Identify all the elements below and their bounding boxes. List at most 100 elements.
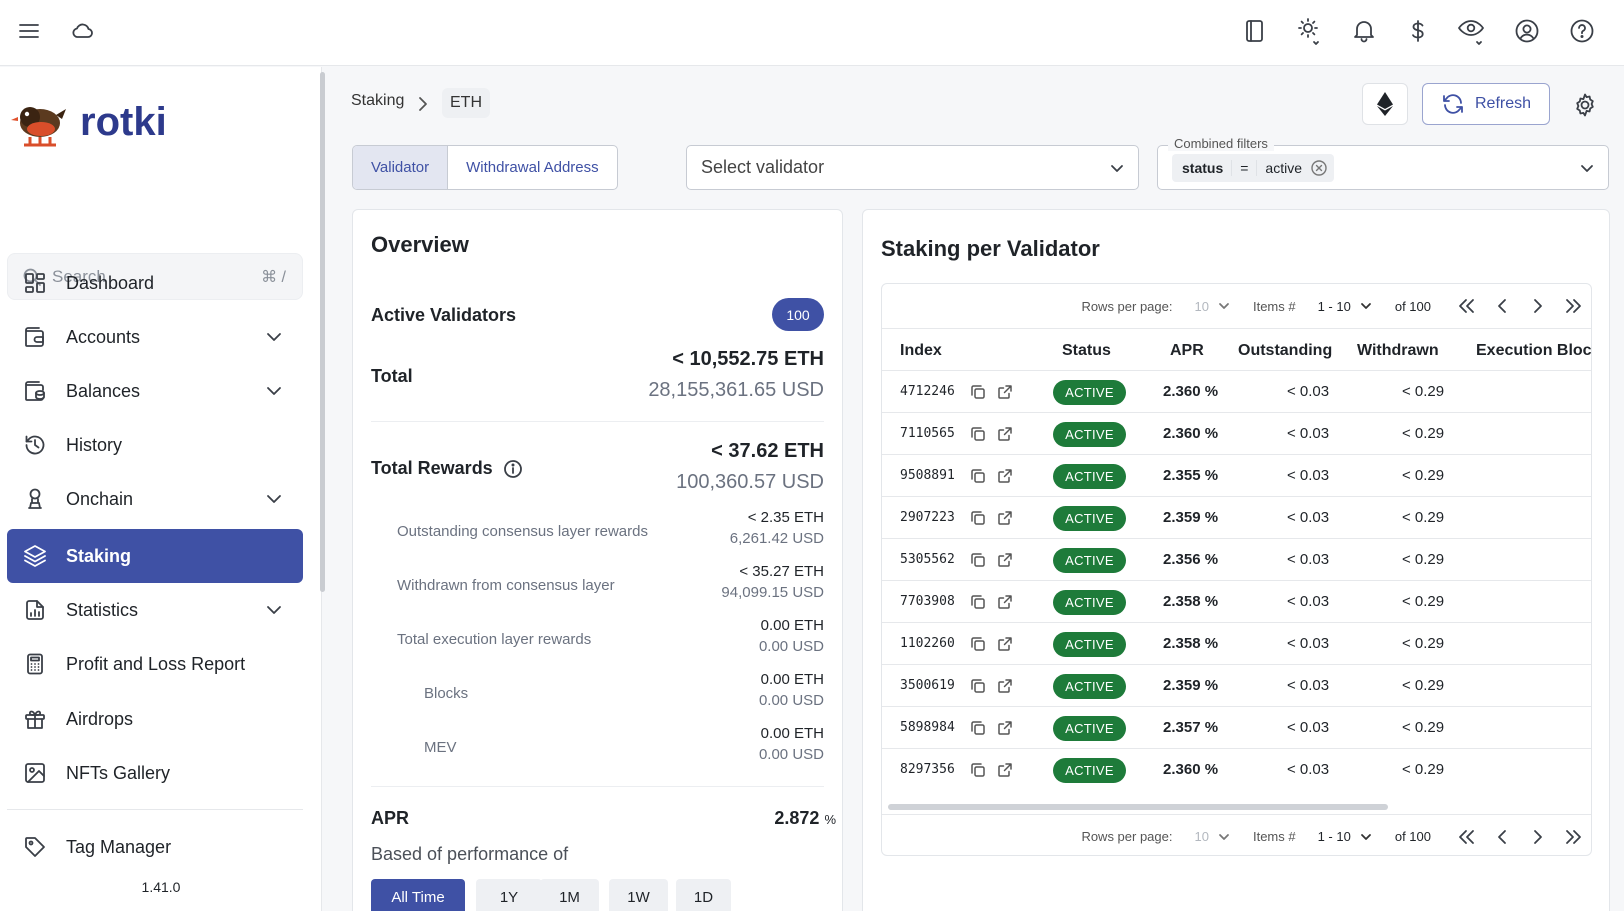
external-link-icon[interactable] <box>997 720 1013 736</box>
column-header-status[interactable]: Status <box>1062 342 1111 360</box>
copy-icon[interactable] <box>970 762 986 778</box>
table-row[interactable]: 7110565 ACTIVE 2.360 % < 0.03 < 0.29 <box>882 412 1591 454</box>
column-header-apr[interactable]: APR <box>1170 342 1204 360</box>
external-link-icon[interactable] <box>997 594 1013 610</box>
rows-per-page-select[interactable]: 10 <box>1195 829 1231 844</box>
period-1y[interactable]: 1Y <box>476 879 542 911</box>
bell-icon[interactable] <box>1349 16 1379 46</box>
items-range-select[interactable]: 1 - 10 <box>1318 829 1373 844</box>
account-icon[interactable] <box>1512 16 1542 46</box>
copy-icon[interactable] <box>970 468 986 484</box>
rows-per-page-select[interactable]: 10 <box>1195 299 1231 314</box>
sidebar-item-label: Statistics <box>66 599 139 620</box>
previous-page-icon[interactable] <box>1491 826 1513 848</box>
breakdown-usd: 6,261.42 USD <box>729 530 824 547</box>
period-1d[interactable]: 1D <box>676 879 731 911</box>
sidebar-item-staking[interactable]: Staking <box>7 529 303 583</box>
status-badge: ACTIVE <box>1053 758 1126 783</box>
breadcrumb-staking[interactable]: Staking <box>351 92 404 110</box>
toggle-withdrawal-address[interactable]: Withdrawal Address <box>448 146 617 189</box>
external-link-icon[interactable] <box>997 678 1013 694</box>
ethereum-button[interactable] <box>1362 83 1408 125</box>
chevron-down-icon[interactable] <box>265 382 283 400</box>
validator-index: 8297356 <box>900 762 955 777</box>
table-row[interactable]: 5305562 ACTIVE 2.356 % < 0.03 < 0.29 <box>882 538 1591 580</box>
chevron-down-icon <box>1360 303 1371 309</box>
column-header-execution-block[interactable]: Execution Block <box>1476 342 1591 360</box>
sidebar-item-nfts-gallery[interactable]: NFTs Gallery <box>7 746 303 800</box>
menu-icon[interactable] <box>14 16 44 46</box>
table-row[interactable]: 8297356 ACTIVE 2.360 % < 0.03 < 0.29 <box>882 748 1591 790</box>
external-link-icon[interactable] <box>997 426 1013 442</box>
external-link-icon[interactable] <box>997 762 1013 778</box>
balances-icon <box>21 377 49 405</box>
logo[interactable]: rotki <box>10 93 167 151</box>
sidebar-item-onchain[interactable]: Onchain <box>7 472 303 526</box>
copy-icon[interactable] <box>970 678 986 694</box>
sidebar-item-airdrops[interactable]: Airdrops <box>7 692 303 746</box>
cloud-icon[interactable] <box>68 16 98 46</box>
sidebar-scrollbar[interactable] <box>320 72 325 592</box>
external-link-icon[interactable] <box>997 510 1013 526</box>
filter-chip[interactable]: status = active <box>1172 154 1334 182</box>
period-all-time[interactable]: All Time <box>371 879 465 911</box>
sidebar-item-accounts[interactable]: Accounts <box>7 310 303 364</box>
select-validator[interactable]: Select validator <box>686 145 1139 190</box>
sidebar-item-statistics[interactable]: Statistics <box>7 583 303 637</box>
last-page-icon[interactable] <box>1563 826 1585 848</box>
combined-filters[interactable]: Combined filters status = active <box>1157 136 1609 190</box>
external-link-icon[interactable] <box>997 636 1013 652</box>
sidebar-item-history[interactable]: History <box>7 418 303 472</box>
sidebar-item-balances[interactable]: Balances <box>7 364 303 418</box>
table-row[interactable]: 5898984 ACTIVE 2.357 % < 0.03 < 0.29 <box>882 706 1591 748</box>
column-header-outstanding[interactable]: Outstanding <box>1238 342 1332 360</box>
external-link-icon[interactable] <box>997 384 1013 400</box>
refresh-button[interactable]: Refresh <box>1422 83 1550 125</box>
external-link-icon[interactable] <box>997 552 1013 568</box>
first-page-icon[interactable] <box>1455 295 1477 317</box>
table-pager-bottom: Rows per page: 10 Items # 1 - 10 of 100 <box>882 814 1591 855</box>
sidebar-item-dashboard[interactable]: Dashboard <box>7 256 303 310</box>
validator-apr: 2.358 % <box>1163 593 1219 610</box>
sidebar-item-tag-manager[interactable]: Tag Manager <box>7 820 303 874</box>
period-1w[interactable]: 1W <box>609 879 668 911</box>
copy-icon[interactable] <box>970 594 986 610</box>
period-1m[interactable]: 1M <box>540 879 599 911</box>
copy-icon[interactable] <box>970 426 986 442</box>
chevron-down-icon[interactable] <box>265 601 283 619</box>
next-page-icon[interactable] <box>1527 295 1549 317</box>
sidebar-item-profit-and-loss-report[interactable]: Profit and Loss Report <box>7 637 303 691</box>
dollar-icon[interactable] <box>1403 16 1433 46</box>
chevron-down-icon[interactable] <box>265 490 283 508</box>
first-page-icon[interactable] <box>1455 826 1477 848</box>
items-range-value: 1 - 10 <box>1317 298 1351 314</box>
eye-icon[interactable] <box>1457 16 1487 46</box>
column-header-index[interactable]: Index <box>900 342 942 360</box>
info-icon[interactable] <box>503 459 523 479</box>
copy-icon[interactable] <box>970 510 986 526</box>
toggle-validator[interactable]: Validator <box>353 146 449 189</box>
copy-icon[interactable] <box>970 552 986 568</box>
previous-page-icon[interactable] <box>1491 295 1513 317</box>
external-link-icon[interactable] <box>997 468 1013 484</box>
table-row[interactable]: 1102260 ACTIVE 2.358 % < 0.03 < 0.29 <box>882 622 1591 664</box>
chevron-down-icon[interactable] <box>265 328 283 346</box>
settings-button[interactable] <box>1568 88 1602 122</box>
table-row[interactable]: 3500619 ACTIVE 2.359 % < 0.03 < 0.29 <box>882 664 1591 706</box>
table-row[interactable]: 4712246 ACTIVE 2.360 % < 0.03 < 0.29 <box>882 370 1591 412</box>
copy-icon[interactable] <box>970 720 986 736</box>
close-circle-icon[interactable] <box>1310 159 1328 177</box>
horizontal-scrollbar[interactable] <box>888 804 1388 810</box>
copy-icon[interactable] <box>970 384 986 400</box>
help-icon[interactable] <box>1567 16 1597 46</box>
notes-icon[interactable] <box>1240 16 1270 46</box>
next-page-icon[interactable] <box>1527 826 1549 848</box>
last-page-icon[interactable] <box>1563 295 1585 317</box>
theme-icon[interactable] <box>1294 16 1324 46</box>
table-row[interactable]: 9508891 ACTIVE 2.355 % < 0.03 < 0.29 <box>882 454 1591 496</box>
copy-icon[interactable] <box>970 636 986 652</box>
items-range-select[interactable]: 1 - 10 <box>1318 299 1373 314</box>
column-header-withdrawn[interactable]: Withdrawn <box>1357 342 1439 360</box>
table-row[interactable]: 7703908 ACTIVE 2.358 % < 0.03 < 0.29 <box>882 580 1591 622</box>
table-row[interactable]: 2907223 ACTIVE 2.359 % < 0.03 < 0.29 <box>882 496 1591 538</box>
